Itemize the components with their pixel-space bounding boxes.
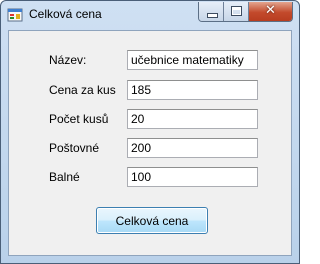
title-bar[interactable]: Celková cena ✕	[1, 1, 299, 29]
pocet-kusu-input[interactable]	[127, 109, 258, 129]
maximize-button[interactable]	[224, 2, 249, 21]
label-cena-za-kus: Cena za kus	[49, 83, 116, 97]
maximize-icon	[231, 6, 242, 16]
window-title: Celková cena	[29, 7, 102, 21]
app-window-icon	[7, 7, 23, 23]
postovne-input[interactable]	[127, 138, 258, 158]
label-nazev: Název:	[49, 53, 87, 67]
celkova-cena-button[interactable]: Celková cena	[96, 207, 208, 234]
close-button[interactable]: ✕	[249, 2, 292, 21]
minimize-button[interactable]	[199, 2, 224, 21]
caption-buttons: ✕	[198, 2, 293, 22]
label-balne: Balné	[49, 170, 80, 184]
app-window: Celková cena ✕ Název: Cena za kus Počet …	[0, 0, 300, 264]
balne-input[interactable]	[127, 167, 258, 187]
label-postovne: Poštovné	[49, 141, 100, 155]
nazev-input[interactable]	[127, 50, 258, 70]
form-client-area: Název: Cena za kus Počet kusů Poštovné B…	[8, 30, 292, 256]
minimize-icon	[207, 13, 218, 18]
close-icon: ✕	[265, 3, 276, 18]
cena-za-kus-input[interactable]	[127, 80, 258, 100]
label-pocet-kusu: Počet kusů	[49, 112, 109, 126]
